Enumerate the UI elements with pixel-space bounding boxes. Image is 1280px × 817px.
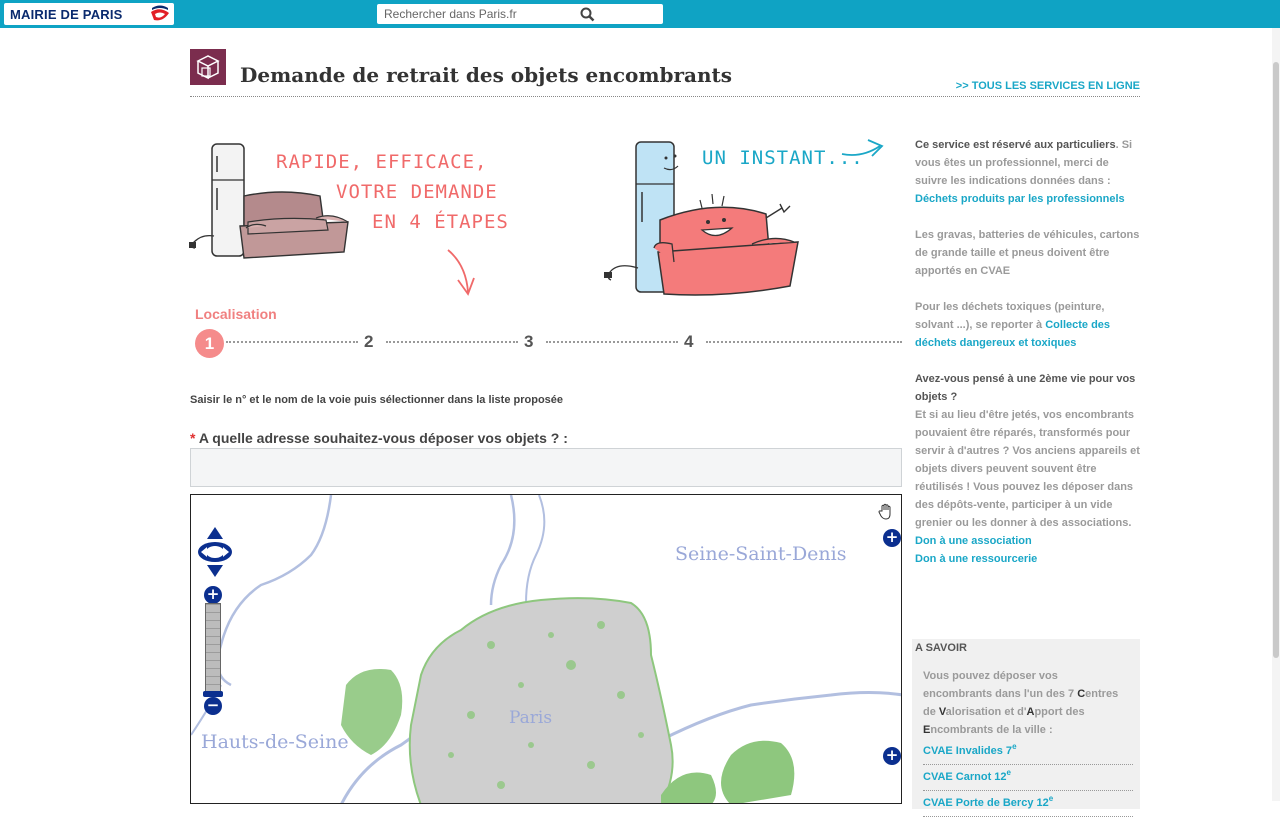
furniture-icon — [190, 49, 226, 85]
header-divider — [190, 96, 1140, 97]
sidebar: Ce service est réservé aux particuliers.… — [915, 136, 1140, 568]
a-savoir-text: Vous pouvez déposer vos encombrants dans… — [923, 670, 1119, 736]
pan-up-icon — [207, 527, 223, 539]
a-savoir-body: Vous pouvez déposer vos encombrants dans… — [912, 667, 1140, 817]
step-connector — [226, 341, 358, 343]
right-slogan: UN INSTANT... — [702, 147, 864, 169]
layer-switcher-button[interactable]: + — [883, 529, 901, 547]
logo-text: MAIRIE DE PARIS — [10, 6, 123, 22]
step-4: 4 — [684, 332, 694, 351]
second-life-title: Avez-vous pensé à une 2ème vie pour vos … — [915, 373, 1136, 403]
address-question-text: A quelle adresse souhaitez-vous déposer … — [198, 430, 568, 446]
left-slogan-line3: EN 4 ÉTAPES — [372, 210, 509, 233]
step-connector — [706, 341, 902, 343]
a-savoir-box: A SAVOIR Vous pouvez déposer vos encombr… — [912, 639, 1140, 817]
professional-waste-link[interactable]: Déchets produits par les professionnels — [915, 193, 1125, 205]
steps-illustration: RAPIDE, EFFICACE, VOTRE DEMANDE EN 4 ÉTA… — [189, 139, 884, 296]
all-services-link[interactable]: >> TOUS LES SERVICES EN LIGNE — [956, 80, 1140, 92]
left-slogan-line1: RAPIDE, EFFICACE, — [276, 151, 487, 173]
map-label-hauts-de-seine: Hauts-de-Seine — [201, 731, 349, 753]
hand-cursor-icon — [878, 503, 891, 520]
step-connector — [546, 341, 678, 343]
second-life-text: Et si au lieu d'être jetés, vos encombra… — [915, 409, 1140, 529]
donate-association-link[interactable]: Don à une association — [915, 532, 1140, 550]
map-label-seine-saint-denis: Seine-Saint-Denis — [675, 543, 847, 565]
step-connector — [386, 341, 518, 343]
red-sofa-illustration — [653, 193, 799, 296]
paris-emblem-icon — [148, 4, 172, 24]
step-2: 2 — [364, 332, 374, 351]
left-slogan-line2: VOTRE DEMANDE — [336, 181, 498, 203]
address-question: * A quelle adresse souhaitez-vous dépose… — [190, 430, 568, 446]
address-instruction: Saisir le n° et le nom de la voie puis s… — [190, 394, 564, 406]
current-step-label: Localisation — [195, 306, 277, 322]
brown-sofa-illustration — [239, 191, 349, 259]
map-pan-control[interactable] — [197, 525, 233, 579]
paris-urban-area — [408, 597, 674, 803]
required-marker: * — [190, 430, 196, 446]
pan-down-icon — [207, 565, 223, 577]
donate-ressourcerie-link[interactable]: Don à une ressourcerie — [915, 550, 1140, 568]
sidebar-toxic-note: Pour les déchets toxiques (peinture, sol… — [915, 298, 1140, 352]
page-title: Demande de retrait des objets encombrant… — [240, 63, 733, 87]
localisation-map[interactable]: Seine-Saint-Denis Paris Hauts-de-Seine +… — [190, 494, 902, 804]
cvae-bercy-link[interactable]: CVAE Porte de Bercy 12e — [923, 791, 1133, 817]
step-1-active: 1 — [195, 329, 224, 358]
mairie-de-paris-logo[interactable]: MAIRIE DE PARIS — [4, 3, 174, 25]
scrollbar-thumb[interactable] — [1273, 62, 1279, 658]
search-input[interactable]: Rechercher dans Paris.fr — [377, 4, 663, 24]
a-savoir-title: A SAVOIR — [915, 642, 967, 654]
page-scrollbar[interactable] — [1272, 28, 1280, 801]
grey-fridge-illustration — [189, 143, 245, 257]
cvae-invalides-link[interactable]: CVAE Invalides 7e — [923, 739, 1133, 765]
sidebar-second-life: Avez-vous pensé à une 2ème vie pour vos … — [915, 370, 1140, 568]
map-label-paris: Paris — [509, 708, 552, 728]
sidebar-cvae-note: Les gravas, batteries de véhicules, cart… — [915, 229, 1140, 277]
sidebar-eligibility: Ce service est réservé aux particuliers.… — [915, 136, 1140, 208]
search-icon[interactable] — [580, 7, 595, 22]
step-3: 3 — [524, 332, 534, 351]
zoom-slider[interactable] — [205, 603, 221, 695]
zoom-in-button[interactable]: + — [204, 586, 222, 604]
down-arrow-icon — [447, 249, 475, 296]
zoom-slider-handle[interactable] — [203, 691, 223, 697]
map-canvas[interactable]: Seine-Saint-Denis Paris Hauts-de-Seine — [191, 495, 902, 804]
overview-map-button[interactable]: + — [883, 747, 901, 765]
zoom-out-button[interactable]: − — [204, 697, 222, 715]
address-input[interactable] — [190, 448, 902, 487]
cvae-carnot-link[interactable]: CVAE Carnot 12e — [923, 765, 1133, 791]
top-bar: MAIRIE DE PARIS Rechercher dans Paris.fr — [0, 0, 1280, 28]
sidebar-eligibility-title: Ce service est réservé aux particuliers — [915, 139, 1116, 151]
